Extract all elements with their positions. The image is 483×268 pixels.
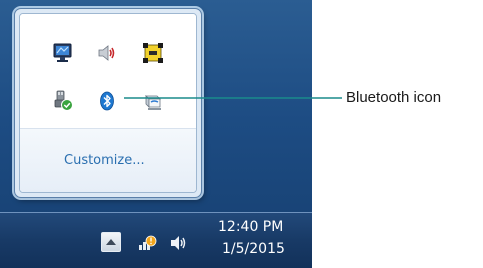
callout-label: Bluetooth icon — [346, 89, 442, 106]
callout-line — [124, 97, 342, 99]
